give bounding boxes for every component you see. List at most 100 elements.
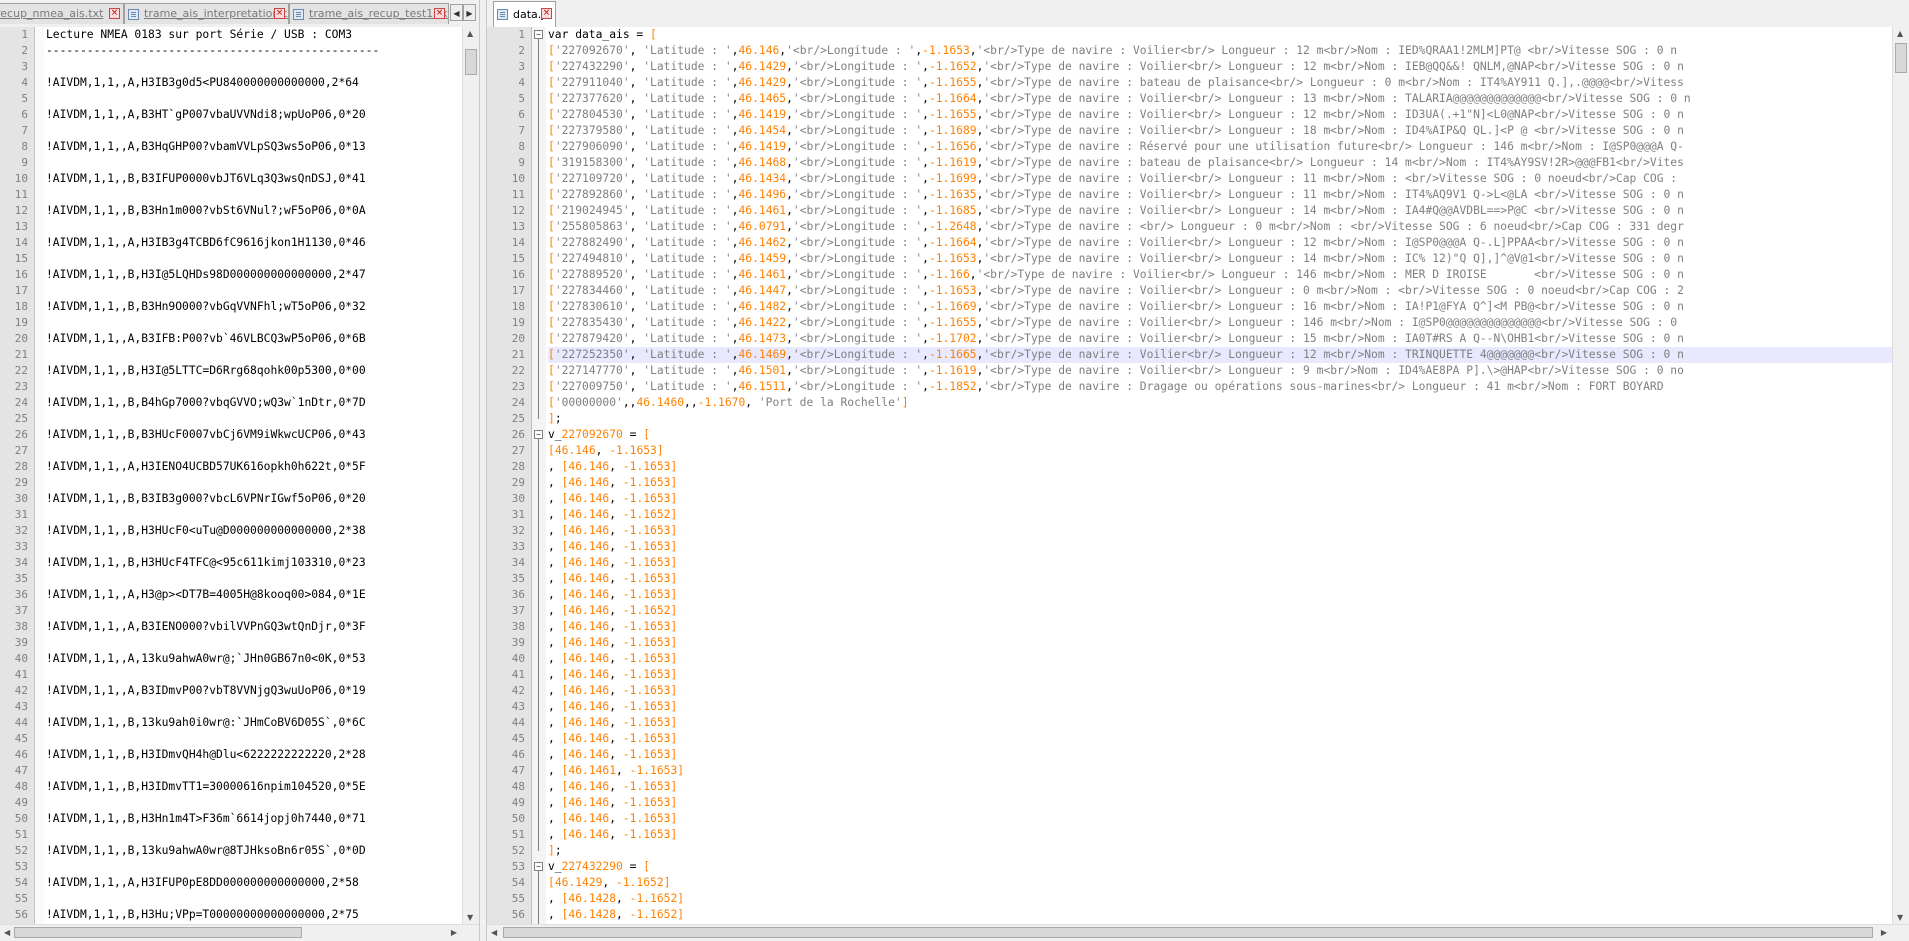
code-line: ['227252350', 'Latitude : ',46.1469,'<br…: [548, 347, 1892, 363]
line-number: 19: [511, 316, 525, 329]
text-area[interactable]: var data_ais = [['227092670', 'Latitude …: [546, 27, 1892, 924]
scroll-down-icon[interactable]: ▼: [1897, 913, 1903, 922]
code-line: , [46.146, -1.1653]: [548, 748, 678, 761]
scrollbar-thumb[interactable]: [465, 49, 477, 75]
line-number: 21: [14, 348, 28, 361]
code-line: ['227882490', 'Latitude : ',46.1462,'<br…: [548, 236, 1684, 249]
line-number: 44: [14, 716, 28, 729]
scroll-up-icon[interactable]: ▲: [467, 29, 473, 38]
code-line: !AIVDM,1,1,,A,H3IFUP0pE8DD00000000000000…: [46, 876, 359, 889]
chevron-left-icon[interactable]: ◀: [450, 4, 463, 21]
scroll-up-icon[interactable]: ▲: [1897, 29, 1903, 38]
line-number: 25: [14, 412, 28, 425]
line-number: 56: [14, 908, 28, 921]
fold-line: [538, 39, 539, 419]
line-number: 32: [14, 524, 28, 537]
scroll-right-icon[interactable]: ▶: [1881, 928, 1887, 937]
line-number: 35: [14, 572, 28, 585]
line-number: 22: [511, 364, 525, 377]
right-editor-pane: data.js × 1 2 3 4 5 6 7 8 9 10 11 12 13 14 15 16 17 18 19 2…: [487, 0, 1909, 941]
code-line: ];: [548, 412, 562, 425]
code-line: !AIVDM,1,1,,B,H3HUcF4TFC@<95c611kimj1033…: [46, 556, 366, 569]
line-number: 55: [14, 892, 28, 905]
text-area[interactable]: Lecture NMEA 0183 sur port Série / USB :…: [44, 27, 462, 924]
fold-minus-icon[interactable]: −: [534, 30, 543, 39]
line-number: 36: [14, 588, 28, 601]
line-number: 2: [21, 44, 28, 57]
right-tab-bar: data.js ×: [487, 0, 1909, 28]
code-line: ['227109720', 'Latitude : ',46.1434,'<br…: [548, 172, 1678, 185]
fold-line: [538, 871, 539, 931]
tab-label: trame_ais_recup_test1.txt: [309, 7, 449, 20]
close-icon[interactable]: ×: [541, 8, 552, 19]
line-number: 22: [14, 364, 28, 377]
pane-splitter[interactable]: [479, 0, 487, 941]
scroll-right-icon[interactable]: ▶: [451, 928, 457, 937]
tab-trame-ais-recup-test1[interactable]: trame_ais_recup_test1.txt ×: [289, 3, 449, 24]
line-number: 35: [511, 572, 525, 585]
line-number: 49: [14, 796, 28, 809]
code-line: ];: [548, 844, 562, 857]
code-line: [46.1429, -1.1652]: [548, 876, 671, 889]
code-line: , [46.146, -1.1653]: [548, 828, 678, 841]
code-line: var data_ais = [: [548, 28, 657, 41]
line-number: 27: [14, 444, 28, 457]
close-icon[interactable]: ×: [109, 8, 120, 19]
chevron-right-icon[interactable]: ▶: [463, 4, 476, 21]
scrollbar-thumb[interactable]: [1895, 43, 1907, 73]
close-icon[interactable]: ×: [274, 8, 285, 19]
line-number: 13: [511, 220, 525, 233]
fold-margin[interactable]: − − −: [532, 27, 546, 931]
code-line: !AIVDM,1,1,,B,H3I@5LQHDs98D0000000000000…: [46, 268, 366, 281]
code-line: ['227494810', 'Latitude : ',46.1459,'<br…: [548, 252, 1684, 265]
close-icon[interactable]: ×: [434, 8, 445, 19]
code-line: ['219024945', 'Latitude : ',46.1461,'<br…: [548, 204, 1684, 217]
scrollbar-thumb[interactable]: [14, 927, 302, 938]
code-line: !AIVDM,1,1,,B,B3Hn9O000?vbGqVVNFhl;wT5oP…: [46, 300, 366, 313]
code-line: !AIVDM,1,1,,B,B3HUcF0007vbCj6VM9iWkwcUCP…: [46, 428, 366, 441]
code-line: , [46.146, -1.1653]: [548, 460, 678, 473]
vertical-scrollbar[interactable]: ▲ ▼: [1892, 27, 1909, 924]
line-number: 19: [14, 316, 28, 329]
code-line: !AIVDM,1,1,,B,H3IDmvTT1=30000616npim1045…: [46, 780, 366, 793]
code-line: !AIVDM,1,1,,A,B3IENO000?vbilVVPnGQ3wtQnD…: [46, 620, 366, 633]
line-number: 30: [14, 492, 28, 505]
code-line: , [46.146, -1.1653]: [548, 780, 678, 793]
line-number: 18: [14, 300, 28, 313]
horizontal-scrollbar[interactable]: ◀ ▶: [487, 924, 1909, 941]
code-line: !AIVDM,1,1,,A,13ku9ahwA0wr@;`JHn0GB67n0<…: [46, 652, 366, 665]
fold-minus-icon[interactable]: −: [534, 430, 543, 439]
line-number: 30: [511, 492, 525, 505]
fold-minus-icon[interactable]: −: [534, 862, 543, 871]
file-icon: [128, 9, 139, 20]
scrollbar-thumb[interactable]: [503, 927, 1873, 938]
vertical-scrollbar[interactable]: ▲ ▼: [462, 27, 479, 924]
code-line: , [46.146, -1.1653]: [548, 700, 678, 713]
code-line: , [46.146, -1.1653]: [548, 556, 678, 569]
line-number: 50: [511, 812, 525, 825]
code-line: , [46.146, -1.1653]: [548, 812, 678, 825]
line-number: 1: [21, 28, 28, 41]
tab-recup-nmea-ais[interactable]: recup_nmea_ais.txt ×: [0, 3, 124, 24]
line-number: 37: [511, 604, 525, 617]
line-number: 18: [511, 300, 525, 313]
line-number: 41: [511, 668, 525, 681]
code-line: !AIVDM,1,1,,B,H3IDmvQH4h@Dlu<62222222222…: [46, 748, 366, 761]
tab-data-js[interactable]: data.js ×: [493, 1, 556, 27]
horizontal-scrollbar[interactable]: ◀ ▶: [0, 924, 479, 941]
scroll-down-icon[interactable]: ▼: [467, 913, 473, 922]
scroll-left-icon[interactable]: ◀: [491, 928, 497, 937]
code-line: !AIVDM,1,1,,B,H3Hu;VPp=T0000000000000000…: [46, 908, 359, 921]
scroll-left-icon[interactable]: ◀: [4, 928, 10, 937]
tab-trame-ais-interpretation[interactable]: trame_ais_interpretation.txt ×: [124, 3, 289, 24]
line-number: 38: [511, 620, 525, 633]
